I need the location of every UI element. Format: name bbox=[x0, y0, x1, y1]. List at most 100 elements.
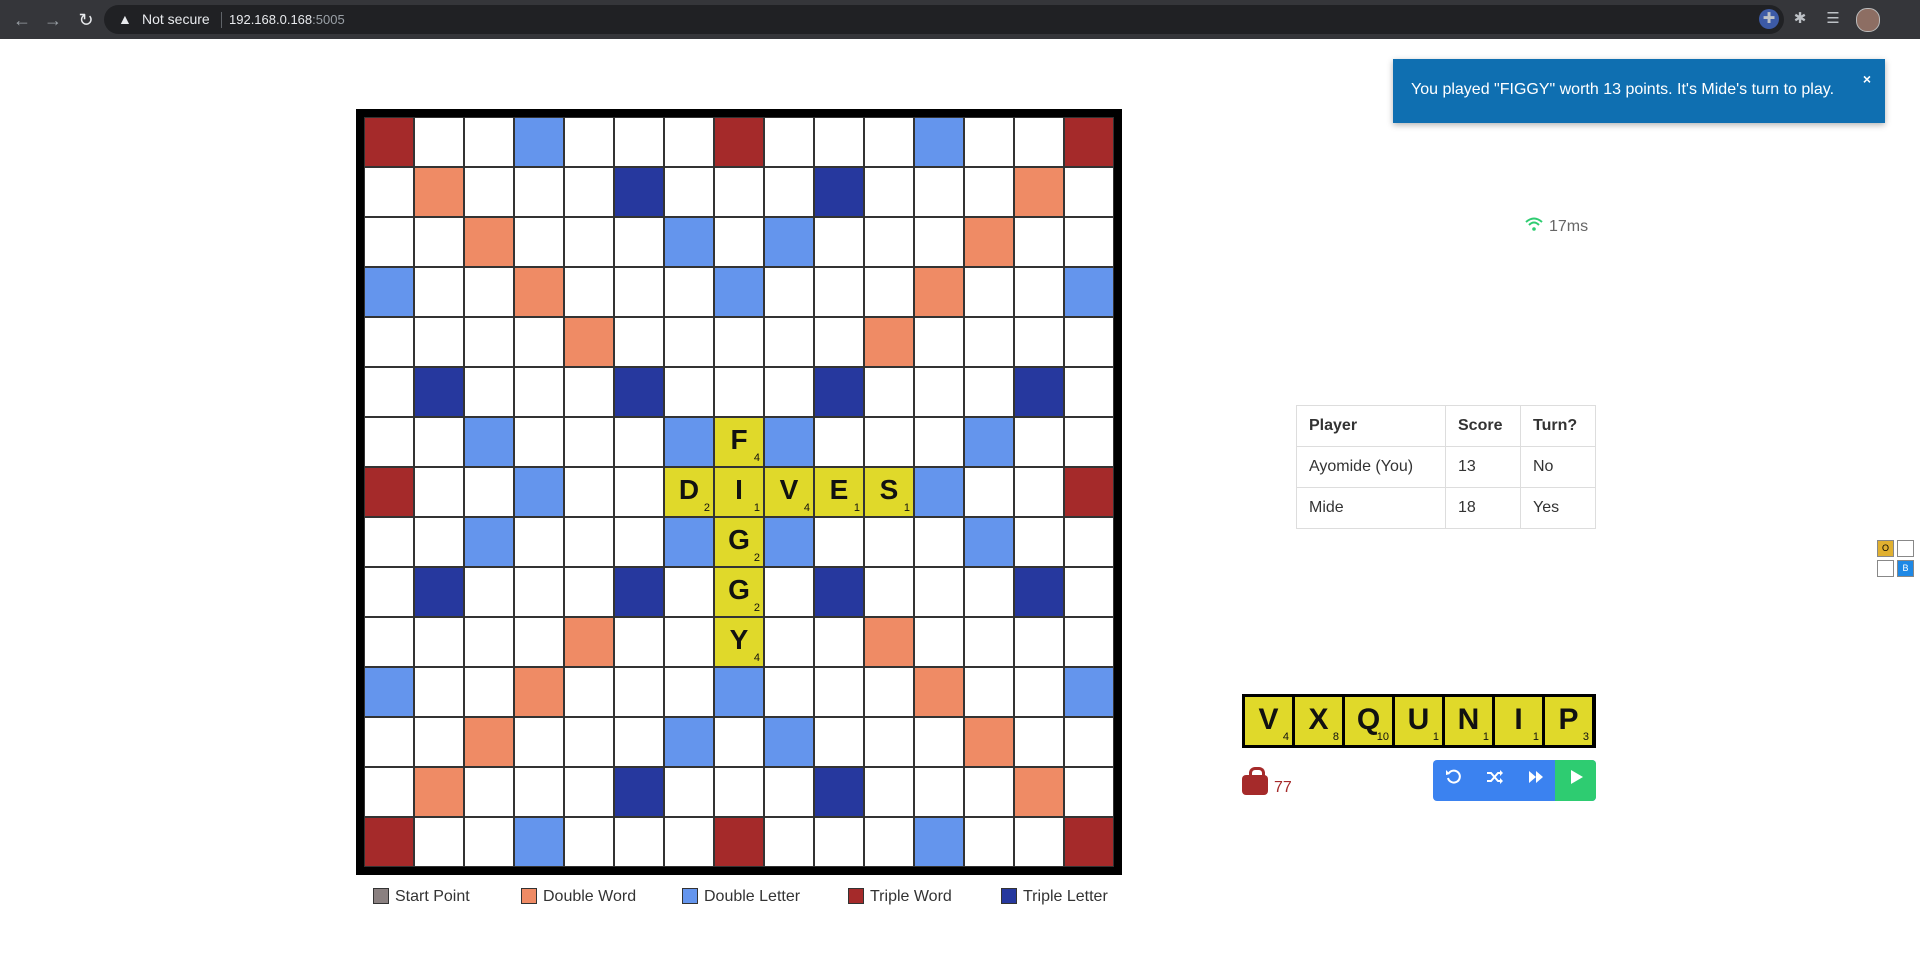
board-cell[interactable] bbox=[764, 567, 814, 617]
board-cell[interactable] bbox=[814, 417, 864, 467]
board-tile[interactable]: D2 bbox=[664, 467, 714, 517]
board-tile[interactable]: I1 bbox=[714, 467, 764, 517]
board-cell[interactable] bbox=[964, 767, 1014, 817]
board-cell-double-letter[interactable] bbox=[1064, 267, 1114, 317]
board-cell[interactable] bbox=[1014, 817, 1064, 867]
board-cell[interactable] bbox=[564, 417, 614, 467]
board-cell[interactable] bbox=[564, 717, 614, 767]
board-cell[interactable] bbox=[564, 167, 614, 217]
board-cell[interactable] bbox=[514, 417, 564, 467]
board-cell[interactable] bbox=[564, 767, 614, 817]
board-cell[interactable] bbox=[1014, 517, 1064, 567]
board-cell[interactable] bbox=[614, 817, 664, 867]
board-cell[interactable] bbox=[1014, 717, 1064, 767]
board-cell[interactable] bbox=[614, 667, 664, 717]
board-cell-double-word[interactable] bbox=[864, 617, 914, 667]
board-cell[interactable] bbox=[814, 817, 864, 867]
board-cell[interactable] bbox=[1064, 217, 1114, 267]
board-cell-triple-letter[interactable] bbox=[614, 367, 664, 417]
board-cell-double-word[interactable] bbox=[1014, 767, 1064, 817]
board-tile[interactable]: S1 bbox=[864, 467, 914, 517]
board-cell-triple-word[interactable] bbox=[1064, 467, 1114, 517]
board-cell[interactable] bbox=[414, 267, 464, 317]
board-cell[interactable] bbox=[614, 267, 664, 317]
board-cell-triple-word[interactable] bbox=[714, 817, 764, 867]
board-cell-double-word[interactable] bbox=[464, 217, 514, 267]
board-cell[interactable] bbox=[1064, 417, 1114, 467]
board-cell[interactable] bbox=[464, 567, 514, 617]
board-cell-double-letter[interactable] bbox=[464, 417, 514, 467]
board-cell[interactable] bbox=[864, 717, 914, 767]
board-cell[interactable] bbox=[714, 167, 764, 217]
board-cell[interactable] bbox=[464, 167, 514, 217]
board-cell[interactable] bbox=[564, 217, 614, 267]
board-cell[interactable] bbox=[1064, 167, 1114, 217]
board-cell-triple-word[interactable] bbox=[714, 117, 764, 167]
board-cell[interactable] bbox=[564, 667, 614, 717]
board-cell-double-word[interactable] bbox=[464, 717, 514, 767]
board-cell-double-word[interactable] bbox=[964, 217, 1014, 267]
board-cell-double-letter[interactable] bbox=[764, 217, 814, 267]
board-cell[interactable] bbox=[964, 167, 1014, 217]
board-cell-triple-letter[interactable] bbox=[414, 367, 464, 417]
board-cell[interactable] bbox=[414, 817, 464, 867]
board-cell[interactable] bbox=[364, 217, 414, 267]
board-cell[interactable] bbox=[914, 217, 964, 267]
board-cell[interactable] bbox=[464, 317, 514, 367]
board-cell-double-letter[interactable] bbox=[664, 217, 714, 267]
board-cell[interactable] bbox=[814, 717, 864, 767]
profile-avatar[interactable] bbox=[1856, 8, 1880, 32]
rack-tile[interactable]: U1 bbox=[1395, 697, 1442, 745]
board-cell[interactable] bbox=[714, 717, 764, 767]
board-cell-double-letter[interactable] bbox=[664, 717, 714, 767]
board-cell-double-letter[interactable] bbox=[914, 117, 964, 167]
board-cell[interactable] bbox=[614, 517, 664, 567]
board-tile[interactable]: V4 bbox=[764, 467, 814, 517]
board-cell[interactable] bbox=[1064, 317, 1114, 367]
board-cell[interactable] bbox=[1014, 467, 1064, 517]
board-cell[interactable] bbox=[764, 267, 814, 317]
board-cell[interactable] bbox=[464, 817, 514, 867]
extensions-puzzle-icon[interactable]: ✱ bbox=[1790, 9, 1810, 29]
board-cell-double-word[interactable] bbox=[414, 767, 464, 817]
board-cell-double-letter[interactable] bbox=[764, 717, 814, 767]
board-cell-triple-letter[interactable] bbox=[414, 567, 464, 617]
board-cell[interactable] bbox=[464, 267, 514, 317]
board-cell[interactable] bbox=[864, 567, 914, 617]
board-cell[interactable] bbox=[614, 317, 664, 367]
skip-turn-button[interactable] bbox=[1515, 760, 1556, 801]
board-cell[interactable] bbox=[914, 417, 964, 467]
board-cell[interactable] bbox=[514, 717, 564, 767]
board-cell-double-letter[interactable] bbox=[664, 517, 714, 567]
board-cell[interactable] bbox=[714, 317, 764, 367]
board-cell-double-word[interactable] bbox=[514, 267, 564, 317]
board-cell[interactable] bbox=[864, 767, 914, 817]
board-cell-double-word[interactable] bbox=[1014, 167, 1064, 217]
board-cell[interactable] bbox=[914, 567, 964, 617]
board-cell[interactable] bbox=[664, 667, 714, 717]
board-cell[interactable] bbox=[764, 317, 814, 367]
board-cell-double-letter[interactable] bbox=[914, 817, 964, 867]
board-cell[interactable] bbox=[764, 367, 814, 417]
board-cell[interactable] bbox=[814, 217, 864, 267]
board-cell[interactable] bbox=[464, 767, 514, 817]
board-cell[interactable] bbox=[864, 217, 914, 267]
board-cell[interactable] bbox=[664, 817, 714, 867]
board-cell[interactable] bbox=[1014, 617, 1064, 667]
board-cell-triple-letter[interactable] bbox=[614, 567, 664, 617]
board-cell[interactable] bbox=[614, 717, 664, 767]
board-cell[interactable] bbox=[764, 167, 814, 217]
back-icon[interactable]: ← bbox=[10, 8, 34, 32]
play-button[interactable] bbox=[1555, 760, 1596, 801]
board-cell[interactable] bbox=[414, 117, 464, 167]
board-cell[interactable] bbox=[664, 267, 714, 317]
board-cell-double-letter[interactable] bbox=[964, 517, 1014, 567]
board-cell[interactable] bbox=[914, 767, 964, 817]
board-cell[interactable] bbox=[464, 367, 514, 417]
board-cell[interactable] bbox=[864, 117, 914, 167]
close-icon[interactable]: × bbox=[1863, 71, 1871, 87]
reload-icon[interactable]: ↻ bbox=[74, 8, 98, 32]
board-cell[interactable] bbox=[364, 317, 414, 367]
board-cell-triple-letter[interactable] bbox=[1014, 567, 1064, 617]
board-cell-double-letter[interactable] bbox=[714, 667, 764, 717]
